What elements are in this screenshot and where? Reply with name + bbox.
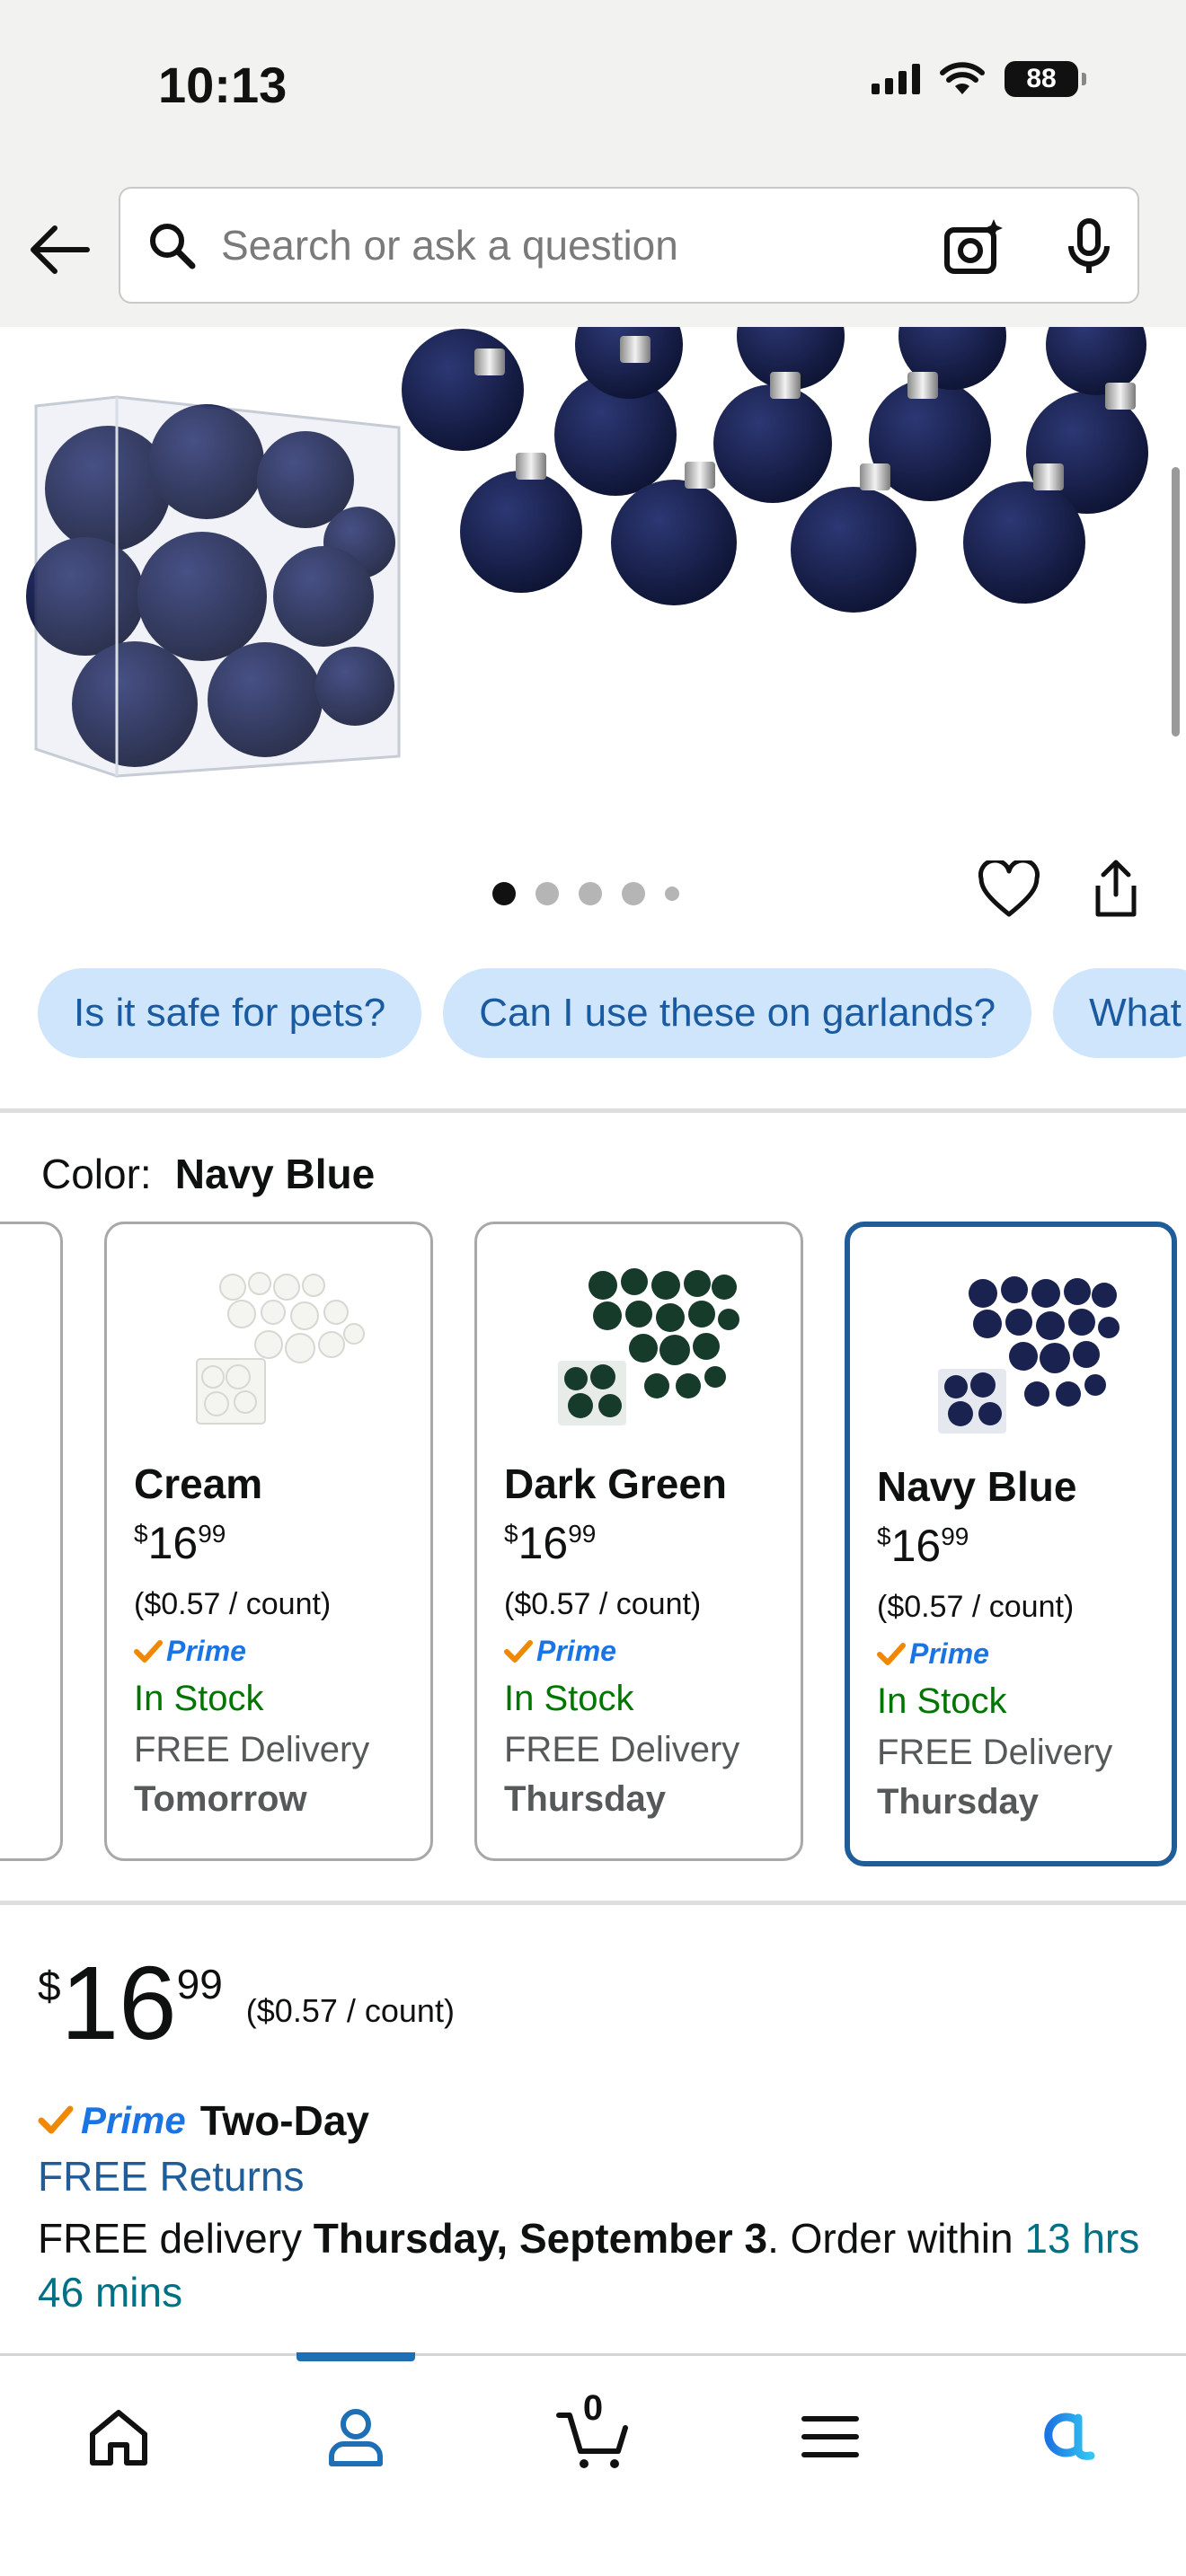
shipping-speed: Two-Day	[199, 2097, 370, 2144]
image-carousel-dots[interactable]	[492, 882, 679, 905]
delivery-info: FREE delivery Thursday, September 3. Ord…	[38, 2215, 1140, 2316]
ornaments-photo	[26, 327, 1148, 778]
back-button[interactable]	[22, 212, 97, 287]
delivery-label: FREE Delivery	[134, 1730, 370, 1769]
carousel-dot[interactable]	[535, 882, 559, 905]
delivery-label: FREE Delivery	[504, 1730, 740, 1769]
loose-ornaments	[402, 327, 1148, 613]
rufus-assistant-icon	[1044, 2413, 1095, 2460]
back-arrow-icon	[31, 225, 90, 274]
share-icon[interactable]	[1089, 859, 1143, 922]
carousel-dot[interactable]	[622, 882, 645, 905]
prime-check-icon	[504, 1639, 533, 1663]
stock-status: In Stock	[877, 1681, 1007, 1721]
prime-check-icon	[38, 2105, 74, 2134]
nav-menu[interactable]	[767, 2383, 893, 2491]
prime-check-icon	[877, 1642, 906, 1665]
variant-thumbnail	[196, 1272, 365, 1425]
prime-shipping: Prime Two-Day	[38, 2096, 369, 2145]
variant-price: $1699	[504, 1518, 597, 1568]
variant-price: $1699	[877, 1521, 969, 1571]
microphone-icon[interactable]	[1062, 216, 1116, 278]
variant-name: Navy Blue	[877, 1463, 1077, 1510]
variant-card-dark-green[interactable]: Dark Green $1699 ($0.57 / count) Prime I…	[474, 1222, 803, 1861]
variant-card-navy-blue[interactable]: Navy Blue $1699 ($0.57 / count) Prime In…	[845, 1222, 1177, 1866]
nav-cart[interactable]: 0	[530, 2383, 656, 2491]
color-value: Navy Blue	[174, 1151, 376, 1197]
section-divider	[0, 1901, 1186, 1905]
nav-account[interactable]	[293, 2383, 419, 2491]
active-tab-indicator	[296, 2352, 415, 2361]
carousel-dot[interactable]	[579, 882, 602, 905]
variant-details: Navy Blue $1699 ($0.57 / count) Prime In…	[877, 1462, 1112, 1822]
search-input[interactable]	[221, 214, 958, 277]
variant-thumbnail	[938, 1276, 1120, 1434]
prime-check-icon	[134, 1639, 163, 1663]
nav-home[interactable]	[56, 2383, 181, 2491]
variant-name: Cream	[134, 1460, 263, 1507]
bottom-nav: 0	[0, 2352, 1186, 2576]
unit-price: ($0.57 / count)	[245, 1992, 455, 2029]
carousel-dot[interactable]	[665, 887, 679, 901]
variant-unit-price: ($0.57 / count)	[504, 1587, 702, 1621]
delivery-day: Thursday	[504, 1779, 667, 1819]
variant-price: $1699	[134, 1518, 226, 1568]
color-label: Color:	[41, 1151, 152, 1197]
delivery-day: Tomorrow	[134, 1779, 307, 1819]
search-icon	[150, 224, 196, 269]
status-time: 10:13	[158, 57, 288, 113]
product-price: $ 16 99 ($0.57 / count)	[38, 1945, 455, 2061]
color-selector-label: Color: Navy Blue	[41, 1150, 375, 1198]
menu-icon	[801, 2416, 859, 2457]
variant-unit-price: ($0.57 / count)	[134, 1587, 332, 1621]
question-chip[interactable]: Can I use these on garlands?	[443, 968, 1032, 1058]
heart-icon[interactable]	[978, 860, 1040, 920]
variant-details: Cream $1699 ($0.57 / count) Prime In Sto…	[134, 1460, 369, 1820]
cart-count: 0	[582, 2388, 604, 2428]
variant-name: Dark Green	[504, 1460, 728, 1507]
scroll-indicator[interactable]	[1172, 467, 1180, 737]
camera-lens-icon[interactable]	[942, 216, 1005, 278]
search-bar[interactable]	[119, 187, 1139, 304]
section-divider	[0, 1108, 1186, 1113]
prime-badge: Prime	[134, 1635, 369, 1668]
delivery-day: Thursday	[877, 1782, 1040, 1822]
nav-rufus[interactable]	[1005, 2383, 1130, 2491]
delivery-label: FREE Delivery	[877, 1733, 1113, 1772]
battery-icon: 88	[1005, 61, 1086, 97]
wifi-icon	[940, 62, 985, 94]
ornament-box	[26, 395, 401, 778]
variant-details: Dark Green $1699 ($0.57 / count) Prime I…	[504, 1460, 739, 1820]
variant-card-partial[interactable]	[0, 1222, 63, 1861]
cellular-signal-icon	[872, 64, 920, 94]
carousel-dot[interactable]	[492, 882, 516, 905]
person-icon	[329, 2409, 383, 2466]
variant-thumbnail	[558, 1268, 739, 1425]
free-returns-link[interactable]: FREE Returns	[38, 2152, 305, 2201]
variant-card-cream[interactable]: Cream $1699 ($0.57 / count) Prime In Sto…	[104, 1222, 433, 1861]
status-icons: 88	[872, 61, 1086, 97]
header: 10:13 88	[0, 0, 1186, 327]
stock-status: In Stock	[134, 1679, 264, 1718]
product-image[interactable]	[0, 327, 1186, 830]
prime-badge: Prime	[877, 1637, 1112, 1671]
variant-unit-price: ($0.57 / count)	[877, 1590, 1075, 1624]
stock-status: In Stock	[504, 1679, 634, 1718]
prime-badge: Prime	[504, 1635, 739, 1668]
question-chip[interactable]: What	[1053, 968, 1186, 1058]
question-chips: Is it safe for pets? Can I use these on …	[38, 968, 1186, 1058]
prime-label: Prime	[81, 2099, 186, 2141]
home-icon	[90, 2410, 147, 2466]
question-chip[interactable]: Is it safe for pets?	[38, 968, 422, 1058]
